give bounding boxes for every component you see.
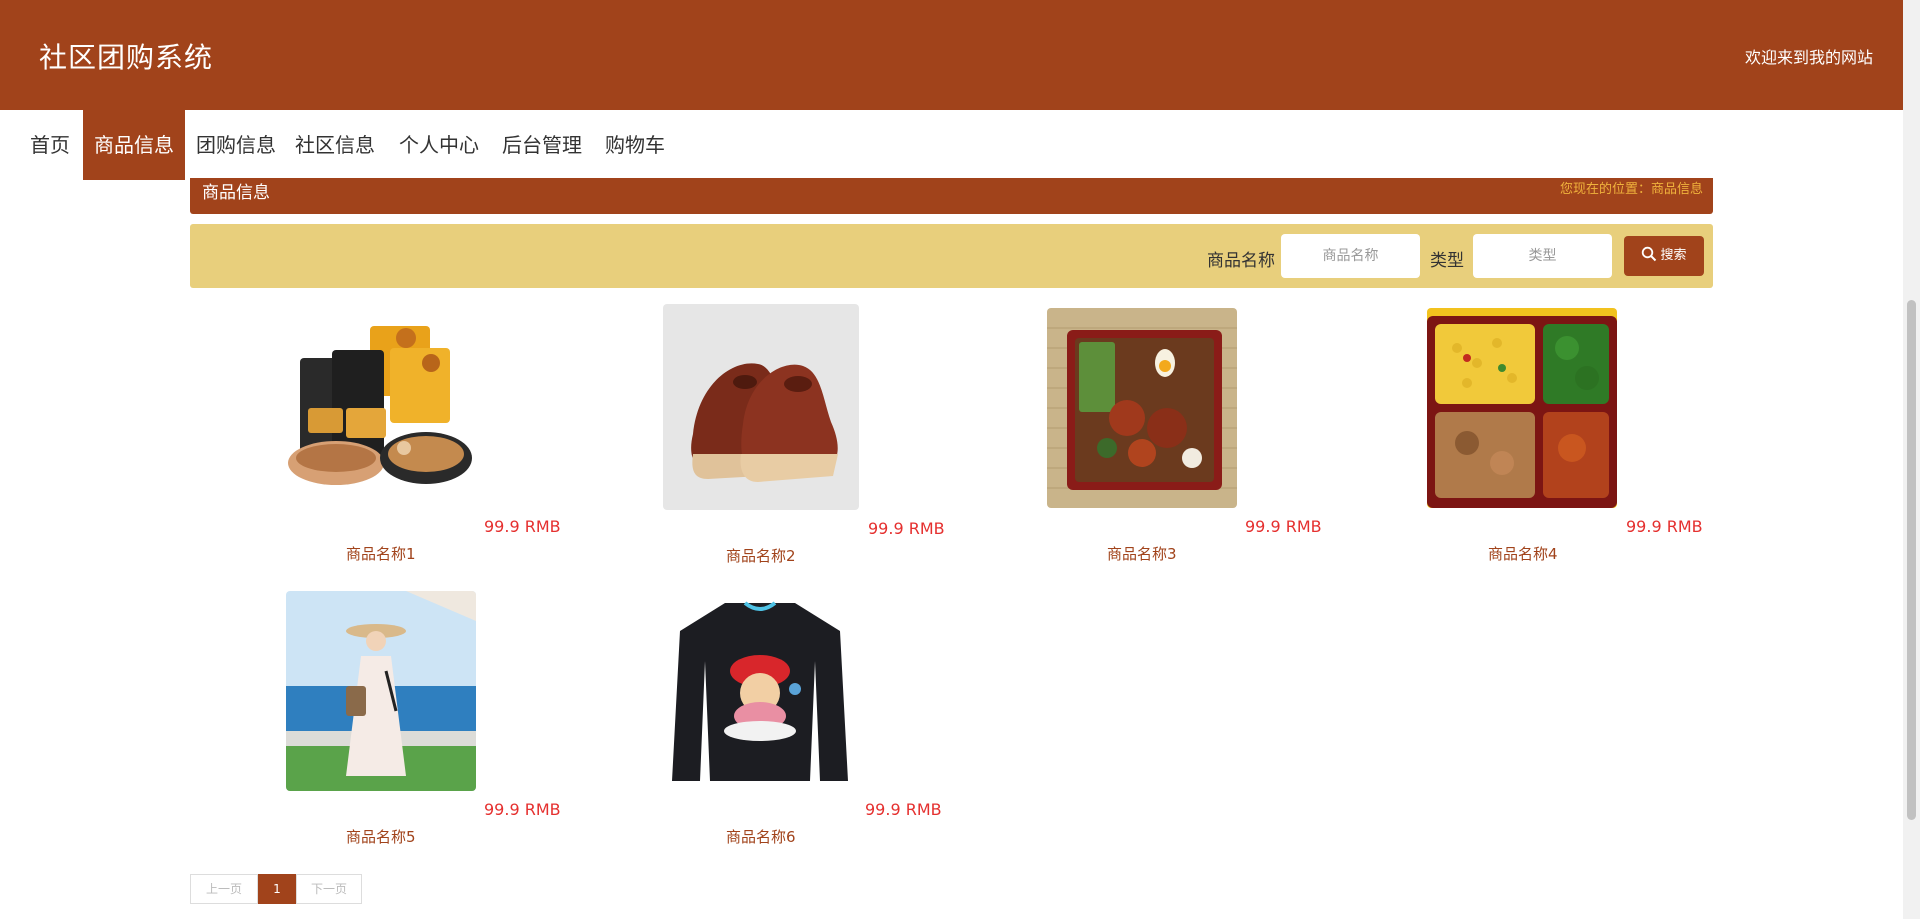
product-price: 99.9 RMB (1245, 517, 1322, 536)
next-page-button[interactable]: 下一页 (296, 874, 362, 904)
product-image-dress[interactable] (286, 591, 476, 791)
product-image-bento[interactable] (1047, 308, 1237, 508)
nav-item-community[interactable]: 社区信息 (288, 110, 382, 180)
nav-item-products[interactable]: 商品信息 (83, 110, 185, 180)
search-button-label: 搜索 (1660, 248, 1687, 263)
search-icon (1642, 246, 1657, 262)
product-name[interactable]: 商品名称3 (1107, 543, 1177, 564)
breadcrumb-title: 商品信息 (202, 183, 270, 203)
page: 社区团购系统 欢迎来到我的网站 首页 商品信息 团购信息 社区信息 个人中心 后… (0, 0, 1920, 919)
product-image-shoes[interactable] (663, 304, 859, 510)
product-name[interactable]: 商品名称6 (726, 826, 796, 847)
product-name[interactable]: 商品名称4 (1488, 543, 1558, 564)
site-header: 社区团购系统 欢迎来到我的网站 (0, 0, 1903, 110)
nav-item-home[interactable]: 首页 (20, 110, 80, 180)
breadcrumb-location: 您现在的位置：商品信息 (1559, 182, 1703, 197)
product-name[interactable]: 商品名称1 (346, 543, 416, 564)
type-search-label: 类型 (1430, 251, 1464, 271)
page-number-current[interactable]: 1 (258, 874, 296, 904)
main-nav: 首页 商品信息 团购信息 社区信息 个人中心 后台管理 购物车 (0, 110, 1903, 180)
pagination: 上一页 1 下一页 (190, 874, 362, 904)
product-name[interactable]: 商品名称2 (726, 545, 796, 566)
search-bar: 商品名称 类型 搜索 (190, 224, 1713, 288)
product-price: 99.9 RMB (1626, 517, 1703, 536)
breadcrumb: 商品信息 您现在的位置：商品信息 (190, 178, 1713, 214)
nav-item-cart[interactable]: 购物车 (598, 110, 672, 180)
nav-item-admin[interactable]: 后台管理 (495, 110, 589, 180)
nav-item-profile[interactable]: 个人中心 (392, 110, 486, 180)
product-image-sweatshirt[interactable] (665, 591, 855, 791)
product-image-snacks[interactable] (286, 318, 476, 518)
name-search-input[interactable] (1281, 234, 1420, 278)
product-price: 99.9 RMB (484, 800, 561, 819)
prev-page-button[interactable]: 上一页 (190, 874, 258, 904)
nav-item-group-buy[interactable]: 团购信息 (190, 110, 282, 180)
welcome-text: 欢迎来到我的网站 (1744, 48, 1873, 67)
site-title: 社区团购系统 (39, 41, 214, 74)
scrollbar-thumb[interactable] (1907, 300, 1916, 820)
type-search-input[interactable] (1473, 234, 1612, 278)
product-price: 99.9 RMB (865, 800, 942, 819)
name-search-label: 商品名称 (1207, 251, 1275, 271)
page-scrollbar[interactable] (1903, 0, 1920, 919)
search-button[interactable]: 搜索 (1624, 236, 1704, 276)
product-price: 99.9 RMB (868, 519, 945, 538)
product-price: 99.9 RMB (484, 517, 561, 536)
product-image-lunchbox[interactable] (1427, 308, 1617, 508)
product-name[interactable]: 商品名称5 (346, 826, 416, 847)
